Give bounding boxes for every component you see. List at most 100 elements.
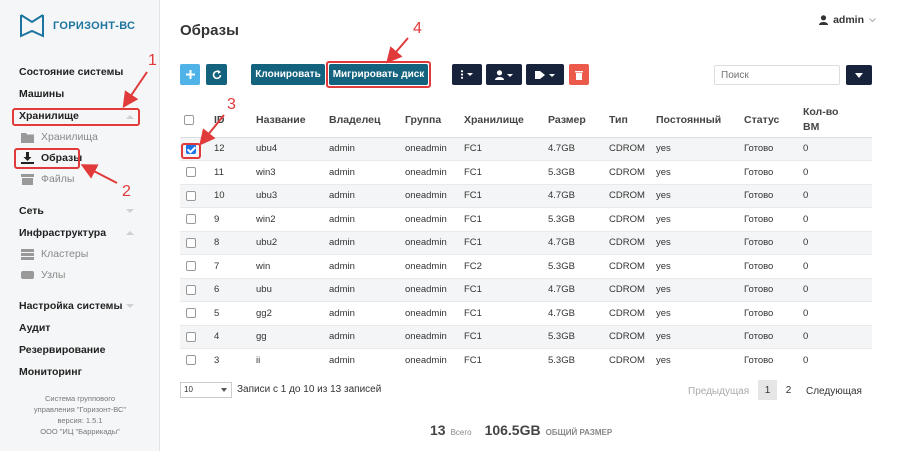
cell-owner: admin [329, 160, 405, 184]
images-table: ID Название Владелец Группа Хранилище Ра… [180, 104, 872, 372]
total-count-label: Всего [450, 428, 472, 437]
table-row[interactable]: 7 win admin oneadmin FC2 5.3GB CDROM yes Готово 0 [180, 254, 872, 278]
page-size-select[interactable]: 10 [180, 382, 232, 398]
sidebar-item-label: Файлы [41, 173, 75, 185]
sidebar-item-infrastructure[interactable]: Инфраструктура [19, 227, 106, 239]
pagination-next[interactable]: Следующая [806, 386, 862, 397]
sidebar-item-network[interactable]: Сеть [19, 205, 44, 217]
cell-name: ubu [256, 277, 329, 302]
table-row[interactable]: 5 gg2 admin oneadmin FC1 4.7GB CDROM yes Готово 0 [180, 301, 872, 325]
sidebar-item-backup[interactable]: Резервирование [19, 344, 105, 356]
table-row[interactable]: 11 win3 admin oneadmin FC1 5.3GB CDROM yes Готов… [180, 160, 872, 184]
cell-vms: 0 [803, 254, 872, 278]
cell-type: CDROM [609, 254, 656, 278]
table-row[interactable]: 6 ubu admin oneadmin FC1 4.7GB CDROM yes Готово 0 [180, 277, 872, 302]
clone-button[interactable]: Клонировать [251, 64, 325, 85]
add-button[interactable] [180, 64, 200, 85]
cell-size: 4.7GB [548, 277, 609, 302]
row-checkbox[interactable] [186, 261, 196, 272]
sidebar-item-system-status[interactable]: Состояние системы [19, 66, 123, 78]
col-header-owner[interactable]: Владелец [329, 104, 405, 138]
cell-persistent: yes [656, 136, 744, 161]
row-select-cell [180, 183, 214, 208]
hdd-icon [21, 270, 35, 280]
sidebar-item-monitoring[interactable]: Мониторинг [19, 366, 82, 378]
row-checkbox[interactable] [186, 355, 196, 366]
col-header-size[interactable]: Размер [548, 104, 609, 138]
cell-type: CDROM [609, 230, 656, 255]
table-row[interactable]: 4 gg admin oneadmin FC1 5.3GB CDROM yes Готово 0 [180, 324, 872, 349]
cell-vms: 0 [803, 207, 872, 231]
cell-size: 5.3GB [548, 160, 609, 184]
user-menu[interactable]: admin [819, 14, 876, 26]
row-checkbox[interactable] [186, 167, 196, 178]
col-header-status[interactable]: Статус [744, 104, 803, 138]
more-actions-dropdown[interactable] [452, 64, 482, 85]
row-select-cell [180, 301, 214, 325]
row-checkbox[interactable] [186, 214, 196, 225]
cell-group: oneadmin [405, 277, 464, 302]
pagination-page-2[interactable]: 2 [779, 380, 798, 400]
search-input[interactable] [714, 65, 840, 85]
cell-name: ubu4 [256, 136, 329, 161]
sidebar-item-files[interactable]: Файлы [21, 173, 74, 185]
row-checkbox[interactable] [186, 190, 196, 201]
table-row[interactable]: 9 win2 admin oneadmin FC1 5.3GB CDROM yes Готово… [180, 207, 872, 231]
cell-owner: admin [329, 207, 405, 231]
sidebar-item-audit[interactable]: Аудит [19, 322, 50, 334]
logo[interactable]: ГОРИЗОНТ-ВС [18, 12, 135, 40]
totals: 13 Всего 106.5GB ОБЩИЙ РАЗМЕР [430, 422, 612, 438]
col-header-persistent[interactable]: Постоянный [656, 104, 744, 138]
row-checkbox[interactable] [186, 284, 196, 295]
plus-icon [185, 70, 195, 79]
annotation-box-storage [12, 108, 140, 126]
pagination-page-1[interactable]: 1 [758, 380, 777, 400]
row-select-cell [180, 230, 214, 255]
sidebar-item-settings[interactable]: Настройка системы [19, 300, 122, 312]
cell-persistent: yes [656, 348, 744, 372]
cell-id: 8 [214, 230, 256, 255]
row-checkbox[interactable] [186, 331, 196, 342]
table-row[interactable]: 10 ubu3 admin oneadmin FC1 4.7GB CDROM yes Готов… [180, 183, 872, 208]
sidebar-item-machines[interactable]: Машины [19, 88, 64, 100]
labels-dropdown[interactable] [526, 64, 564, 85]
row-checkbox[interactable] [186, 237, 196, 248]
cell-status: Готово [744, 160, 803, 184]
cell-name: ubu3 [256, 183, 329, 208]
cell-status: Готово [744, 301, 803, 325]
cell-status: Готово [744, 324, 803, 349]
table-row[interactable]: 3 ii admin oneadmin FC1 5.3GB CDROM yes Готово 0 [180, 348, 872, 372]
table-row[interactable]: 12 ubu4 admin oneadmin FC1 4.7GB CDROM yes Готов… [180, 136, 872, 161]
sidebar-item-nodes[interactable]: Узлы [21, 269, 65, 281]
ownership-dropdown[interactable] [486, 64, 522, 85]
search-options-button[interactable] [846, 65, 872, 85]
sidebar-item-clusters[interactable]: Кластеры [21, 248, 88, 260]
pagination-prev[interactable]: Предыдущая [688, 386, 749, 397]
table-body: 12 ubu4 admin oneadmin FC1 4.7GB CDROM yes Готов… [180, 136, 872, 372]
delete-button[interactable] [569, 64, 589, 85]
table-row[interactable]: 8 ubu2 admin oneadmin FC1 4.7GB CDROM yes Готово… [180, 230, 872, 255]
col-header-vms[interactable]: Кол-во ВМ [803, 104, 872, 138]
col-header-type[interactable]: Тип [609, 104, 656, 138]
cell-id: 12 [214, 136, 256, 161]
cell-type: CDROM [609, 183, 656, 208]
cell-status: Готово [744, 348, 803, 372]
cell-vms: 0 [803, 324, 872, 349]
col-header-datastore[interactable]: Хранилище [464, 104, 548, 138]
col-header-group[interactable]: Группа [405, 104, 464, 138]
refresh-button[interactable] [206, 64, 227, 85]
annotation-number: 2 [122, 183, 131, 200]
row-checkbox[interactable] [186, 308, 196, 319]
cell-vms: 0 [803, 348, 872, 372]
cell-datastore: FC1 [464, 301, 548, 325]
chevron-down-icon [869, 17, 876, 22]
cell-datastore: FC1 [464, 277, 548, 302]
col-header-name[interactable]: Название [256, 104, 329, 138]
select-all-checkbox[interactable] [184, 115, 194, 126]
cell-type: CDROM [609, 136, 656, 161]
cell-persistent: yes [656, 160, 744, 184]
cell-size: 4.7GB [548, 136, 609, 161]
sidebar-item-datastores[interactable]: Хранилища [21, 131, 98, 143]
cell-group: oneadmin [405, 207, 464, 231]
chevron-down-icon [855, 72, 863, 78]
